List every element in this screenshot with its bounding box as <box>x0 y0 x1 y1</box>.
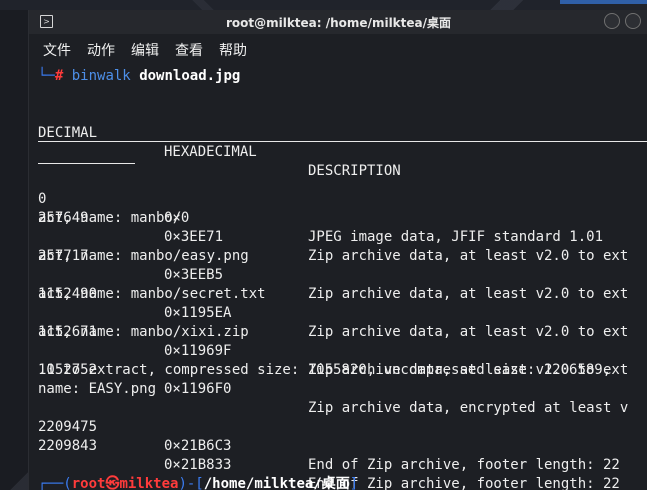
row-hex: 0×21B6C3 <box>164 438 232 454</box>
terminal-output[interactable]: └─# binwalk download.jpg DECIMAL HEXADEC… <box>38 65 647 490</box>
prompt-path: /home/milktea/桌面 <box>203 476 350 490</box>
table-row: 257717 0×3EEB5 Zip archive data, at leas… <box>38 228 647 302</box>
table-row: 1152752 0×1196F0 Zip archive data, encry… <box>38 342 647 416</box>
prompt-line: ┌──(root㉿milktea)-[/home/milktea/桌面] <box>38 475 358 490</box>
table-header: DECIMAL HEXADECIMAL DESCRIPTION <box>38 105 647 179</box>
row-description: Zip archive data, at least v2.0 to ext <box>308 248 629 264</box>
row-description: Zip archive data, at least v2.0 to ext <box>308 286 629 302</box>
prompt-at: ㉿ <box>105 476 120 490</box>
row-wrap-text: act, name: manbo/secret.txt <box>38 286 266 302</box>
minimize-button[interactable] <box>604 13 620 29</box>
table-row: 0 0×0 JPEG image data, JFIF standard 1.0… <box>38 171 647 245</box>
row-wrap-text: name: EASY.png <box>38 381 157 397</box>
row-wrap-text: .0 to extract, compressed size: 1055820,… <box>38 362 612 378</box>
header-rule <box>38 141 647 142</box>
maximize-button[interactable] <box>625 13 641 29</box>
menu-edit[interactable]: 编辑 <box>131 40 159 60</box>
header-rule-wrap <box>38 163 135 164</box>
row-description: Zip archive data, at least v2.0 to ext <box>308 324 629 340</box>
command-program: binwalk <box>71 68 131 84</box>
menu-bar: 文件 动作 编辑 查看 帮助 <box>29 37 647 59</box>
table-row: 2209843 0×21B833 End of Zip archive, foo… <box>38 418 647 490</box>
row-hex: 0×21B833 <box>164 457 232 473</box>
prompt-mid: )-[ <box>178 476 204 490</box>
prompt-host: milktea <box>119 476 179 490</box>
row-wrap-text: act, name: manbo/xixi.zip <box>38 324 249 340</box>
prompt-close: ] <box>349 476 359 490</box>
command-line: └─# binwalk download.jpg <box>38 67 240 86</box>
row-hex: 0×1196F0 <box>164 381 232 397</box>
prompt-corner: └─ <box>38 68 55 84</box>
table-row: 1152671 0×11969F Zip archive data, at le… <box>38 304 647 378</box>
menu-view[interactable]: 查看 <box>175 40 203 60</box>
prompt-user: root <box>71 476 106 490</box>
terminal-window: > root@milktea: /home/milktea/桌面 文件 动作 编… <box>28 10 647 490</box>
prompt-hash: # <box>54 68 64 84</box>
row-wrap-text: act, name: manbo/easy.png <box>38 248 249 264</box>
prompt-open: ┌──( <box>38 476 72 490</box>
command-argument: download.jpg <box>139 68 241 84</box>
row-decimal: 2209843 <box>38 438 98 454</box>
menu-actions[interactable]: 动作 <box>87 40 115 60</box>
title-bar[interactable]: > root@milktea: /home/milktea/桌面 <box>29 10 647 34</box>
menu-file[interactable]: 文件 <box>43 40 71 60</box>
header-hexadecimal: HEXADECIMAL <box>164 144 257 160</box>
window-title: root@milktea: /home/milktea/桌面 <box>225 16 452 30</box>
row-description: End of Zip archive, footer length: 22 <box>308 457 620 473</box>
table-row: 2209475 0×21B6C3 End of Zip archive, foo… <box>38 399 647 473</box>
table-row: 257649 0×3EE71 Zip archive data, at leas… <box>38 190 647 264</box>
table-row: 1152490 0×1195EA Zip archive data, at le… <box>38 266 647 340</box>
row-wrap-text: act, name: manbo/ <box>38 210 182 226</box>
menu-help[interactable]: 帮助 <box>219 40 247 60</box>
